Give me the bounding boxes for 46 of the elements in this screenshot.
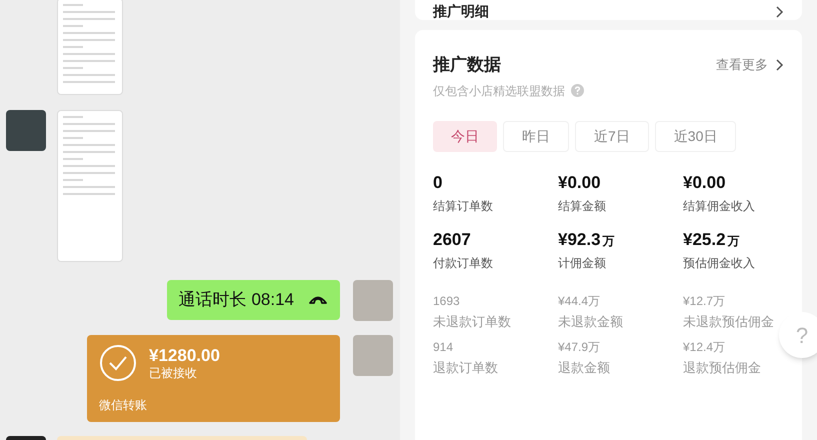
detail-card-title: 推广明细 (433, 4, 489, 18)
stat-label: 未退款金额 (558, 313, 624, 331)
stat-label: 计佣金额 (558, 255, 607, 272)
call-message-bubble[interactable]: 通话时长 08:14 (166, 280, 340, 320)
stat-value: 1693 (433, 294, 461, 309)
stat-label: 未退款预估佣金 (683, 313, 775, 331)
transfer-amount: ¥1280.00 (149, 344, 220, 366)
stat-value: ¥44.4万 (558, 294, 602, 309)
stat-value: ¥25.2 万 (683, 228, 741, 250)
help-icon[interactable] (571, 84, 584, 97)
stat-value: ¥0.00 (558, 172, 602, 193)
date-range-tab[interactable]: 近7日 (575, 120, 649, 152)
view-more-link[interactable]: 查看更多 (716, 55, 784, 74)
date-range-tab[interactable]: 近30日 (654, 120, 736, 152)
transfer-label: 微信转账 (99, 397, 148, 414)
stat-value: 914 (433, 340, 454, 354)
stat-label: 预估佣金收入 (683, 255, 756, 272)
chevron-right-icon (776, 58, 784, 71)
detail-card[interactable]: 推广明细 (415, 0, 802, 20)
stat-label: 结算佣金收入 (683, 198, 756, 215)
transfer-bubble[interactable]: ¥1280.00 已被接收 微信转账 (87, 335, 340, 422)
stat-label: 退款预估佣金 (683, 358, 762, 376)
screenshot-thumbnail[interactable] (57, 110, 123, 262)
stat-label: 退款金额 (558, 358, 611, 376)
stat-value: ¥47.9万 (558, 340, 602, 354)
promo-data-title: 推广数据 (433, 54, 501, 76)
chevron-right-icon (776, 6, 784, 18)
stat-label: 结算金额 (558, 198, 607, 215)
stat-label: 未退款订单数 (433, 313, 512, 331)
check-circle-icon (99, 344, 137, 382)
screenshot-thumbnail[interactable] (57, 0, 123, 95)
call-duration-text: 通话时长 08:14 (178, 289, 294, 312)
date-range-tab[interactable]: 今日 (433, 120, 497, 152)
phone-icon (308, 295, 328, 305)
stat-value: 2607 (433, 228, 472, 250)
stat-value: ¥12.7万 (683, 294, 726, 309)
stat-value: 0 (433, 172, 444, 193)
date-range-tab[interactable]: 昨日 (503, 120, 569, 152)
stat-label: 退款订单数 (433, 358, 499, 376)
transfer-status: 已被接收 (149, 366, 198, 382)
stat-label: 付款订单数 (433, 255, 494, 272)
stat-value: ¥0.00 (683, 172, 727, 193)
stat-value: ¥92.3 万 (558, 228, 616, 250)
stat-label: 结算订单数 (433, 198, 494, 215)
promo-data-subtitle: 仅包含小店精选联盟数据 (433, 82, 565, 100)
stat-value: ¥12.4万 (683, 340, 726, 354)
